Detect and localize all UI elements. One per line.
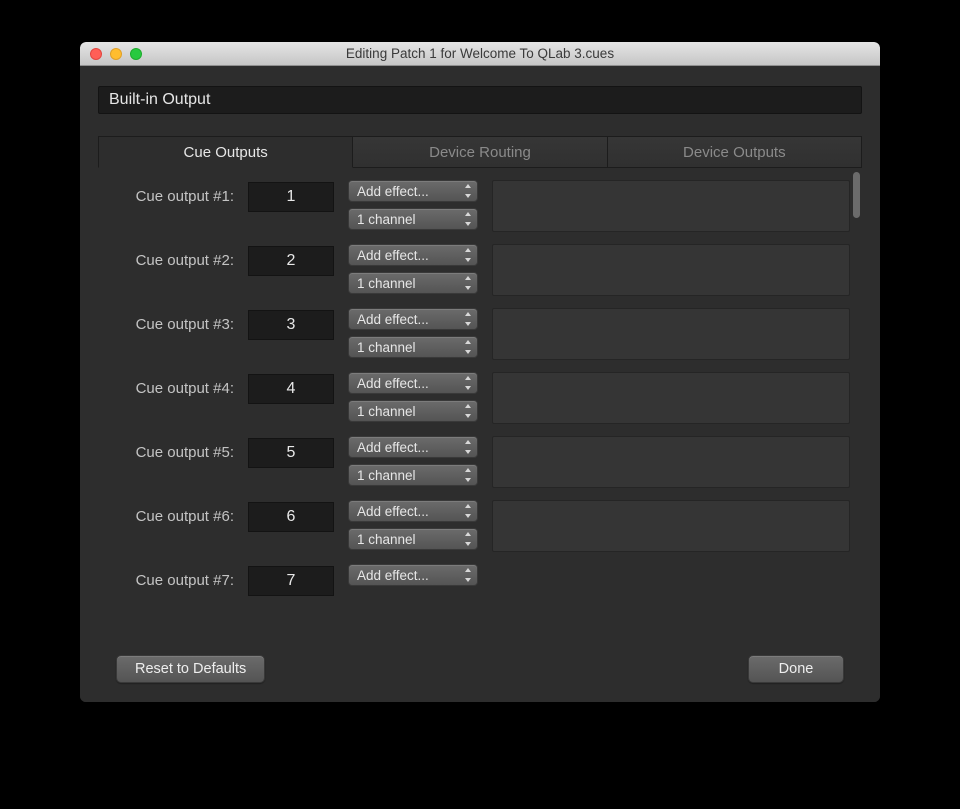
select-label: 1 channel (357, 276, 416, 291)
cue-output-number-field[interactable]: 4 (248, 374, 334, 404)
cue-output-selects: Add effect... 1 channel (348, 372, 478, 422)
effect-slot[interactable] (492, 244, 850, 296)
select-label: 1 channel (357, 340, 416, 355)
channel-count-select[interactable]: 1 channel (348, 400, 478, 422)
scrollbar-thumb[interactable] (853, 172, 860, 218)
add-effect-select[interactable]: Add effect... (348, 372, 478, 394)
cue-output-list: Cue output #1: 1 Add effect... 1 channel… (98, 168, 862, 640)
select-label: Add effect... (357, 184, 429, 199)
channel-count-select[interactable]: 1 channel (348, 208, 478, 230)
stepper-icon (463, 568, 473, 582)
channel-count-select[interactable]: 1 channel (348, 336, 478, 358)
cue-output-label: Cue output #4: (116, 372, 234, 397)
select-label: Add effect... (357, 312, 429, 327)
tab-cue-outputs[interactable]: Cue Outputs (98, 136, 353, 168)
cue-output-selects: Add effect... 1 channel (348, 436, 478, 486)
close-icon[interactable] (90, 48, 102, 60)
add-effect-select[interactable]: Add effect... (348, 308, 478, 330)
footer: Reset to Defaults Done (98, 650, 862, 702)
cue-output-number-field[interactable]: 1 (248, 182, 334, 212)
stepper-icon (463, 404, 473, 418)
effect-slot[interactable] (492, 180, 850, 232)
cue-output-row: Cue output #6: 6 Add effect... 1 channel (98, 494, 862, 558)
minimize-icon[interactable] (110, 48, 122, 60)
cue-output-row: Cue output #4: 4 Add effect... 1 channel (98, 366, 862, 430)
select-label: Add effect... (357, 440, 429, 455)
effect-slot[interactable] (492, 500, 850, 552)
tab-bar: Cue Outputs Device Routing Device Output… (98, 136, 862, 168)
effect-slot[interactable] (492, 308, 850, 360)
select-label: Add effect... (357, 504, 429, 519)
cue-output-selects: Add effect... (348, 564, 478, 586)
cue-output-row: Cue output #7: 7 Add effect... (98, 558, 862, 602)
stepper-icon (463, 532, 473, 546)
cue-output-number-field[interactable]: 3 (248, 310, 334, 340)
reset-to-defaults-button[interactable]: Reset to Defaults (116, 655, 265, 683)
stepper-icon (463, 340, 473, 354)
stepper-icon (463, 468, 473, 482)
patch-editor-window: Editing Patch 1 for Welcome To QLab 3.cu… (80, 42, 880, 702)
select-label: Add effect... (357, 248, 429, 263)
tab-device-routing[interactable]: Device Routing (353, 136, 607, 168)
stepper-icon (463, 312, 473, 326)
tab-device-outputs[interactable]: Device Outputs (608, 136, 862, 168)
cue-output-selects: Add effect... 1 channel (348, 180, 478, 230)
cue-output-row: Cue output #2: 2 Add effect... 1 channel (98, 238, 862, 302)
cue-output-number-field[interactable]: 5 (248, 438, 334, 468)
window-body: Built-in Output Cue Outputs Device Routi… (80, 66, 880, 702)
stepper-icon (463, 276, 473, 290)
select-label: Add effect... (357, 376, 429, 391)
select-label: Add effect... (357, 568, 429, 583)
channel-count-select[interactable]: 1 channel (348, 272, 478, 294)
add-effect-select[interactable]: Add effect... (348, 500, 478, 522)
traffic-lights (80, 48, 142, 60)
stepper-icon (463, 440, 473, 454)
stepper-icon (463, 212, 473, 226)
select-label: 1 channel (357, 404, 416, 419)
channel-count-select[interactable]: 1 channel (348, 528, 478, 550)
done-button[interactable]: Done (748, 655, 844, 683)
add-effect-select[interactable]: Add effect... (348, 564, 478, 586)
window-title: Editing Patch 1 for Welcome To QLab 3.cu… (80, 46, 880, 61)
select-label: 1 channel (357, 532, 416, 547)
select-label: 1 channel (357, 468, 416, 483)
add-effect-select[interactable]: Add effect... (348, 180, 478, 202)
cue-output-row: Cue output #1: 1 Add effect... 1 channel (98, 174, 862, 238)
cue-output-label: Cue output #1: (116, 180, 234, 205)
cue-output-selects: Add effect... 1 channel (348, 500, 478, 550)
stepper-icon (463, 504, 473, 518)
cue-output-label: Cue output #6: (116, 500, 234, 525)
effect-slot[interactable] (492, 436, 850, 488)
cue-output-number-field[interactable]: 2 (248, 246, 334, 276)
cue-output-selects: Add effect... 1 channel (348, 244, 478, 294)
channel-count-select[interactable]: 1 channel (348, 464, 478, 486)
select-label: 1 channel (357, 212, 416, 227)
cue-output-rows: Cue output #1: 1 Add effect... 1 channel… (98, 168, 862, 602)
cue-output-row: Cue output #5: 5 Add effect... 1 channel (98, 430, 862, 494)
cue-output-row: Cue output #3: 3 Add effect... 1 channel (98, 302, 862, 366)
zoom-icon[interactable] (130, 48, 142, 60)
cue-output-number-field[interactable]: 7 (248, 566, 334, 596)
cue-output-label: Cue output #2: (116, 244, 234, 269)
cue-output-selects: Add effect... 1 channel (348, 308, 478, 358)
titlebar[interactable]: Editing Patch 1 for Welcome To QLab 3.cu… (80, 42, 880, 66)
stepper-icon (463, 184, 473, 198)
add-effect-select[interactable]: Add effect... (348, 244, 478, 266)
stepper-icon (463, 248, 473, 262)
device-name-field[interactable]: Built-in Output (98, 86, 862, 114)
stepper-icon (463, 376, 473, 390)
cue-output-label: Cue output #3: (116, 308, 234, 333)
add-effect-select[interactable]: Add effect... (348, 436, 478, 458)
cue-output-number-field[interactable]: 6 (248, 502, 334, 532)
effect-slot[interactable] (492, 372, 850, 424)
cue-output-label: Cue output #5: (116, 436, 234, 461)
cue-output-label: Cue output #7: (116, 564, 234, 589)
